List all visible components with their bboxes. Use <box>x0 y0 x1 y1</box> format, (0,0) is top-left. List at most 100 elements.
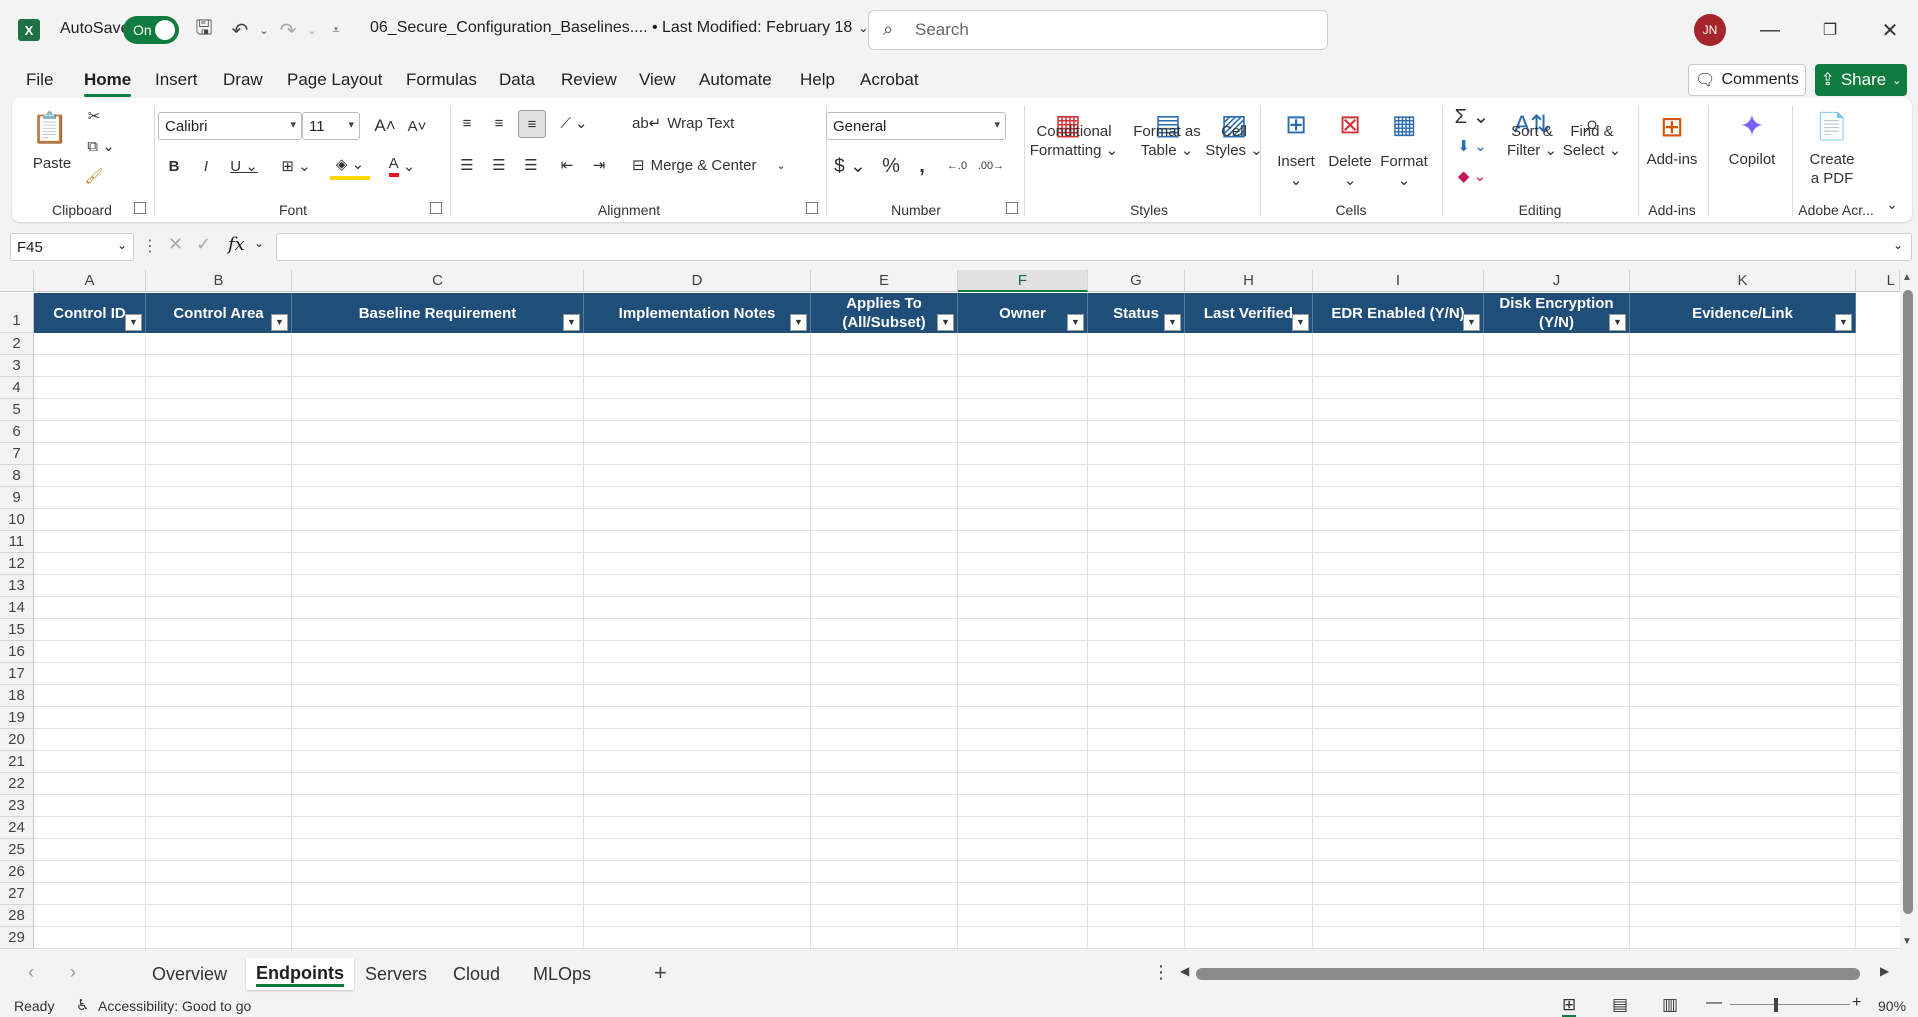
create-pdf-button[interactable]: Create a PDF <box>1802 150 1862 188</box>
add-ins-icon[interactable]: ⊞ <box>1652 106 1692 146</box>
row-header[interactable]: 19 <box>0 707 34 729</box>
confirm-entry-icon[interactable]: ✓ <box>196 234 211 255</box>
row-header[interactable]: 11 <box>0 531 34 553</box>
filter-dropdown-icon[interactable]: ▼ <box>563 314 580 331</box>
row-header[interactable]: 4 <box>0 377 34 399</box>
header-edr-enabled[interactable]: EDR Enabled (Y/N) ▼ <box>1313 293 1484 333</box>
header-baseline-requirement[interactable]: Baseline Requirement ▼ <box>292 293 584 333</box>
find-select-button[interactable]: Find & Select ⌄ <box>1560 122 1624 160</box>
filter-dropdown-icon[interactable]: ▼ <box>1067 314 1084 331</box>
align-right-icon[interactable]: ☰ <box>518 152 544 178</box>
row-header[interactable]: 25 <box>0 839 34 861</box>
font-launcher-icon[interactable] <box>430 202 442 214</box>
delete-cells-icon[interactable]: ⊠ <box>1330 106 1370 142</box>
copilot-icon[interactable]: ✦ <box>1732 106 1772 146</box>
row-header[interactable]: 12 <box>0 553 34 575</box>
row-header[interactable]: 16 <box>0 641 34 663</box>
underline-icon[interactable]: U ⌄ <box>226 152 262 180</box>
decrease-indent-icon[interactable]: ⇤ <box>554 152 580 178</box>
row-header[interactable]: 14 <box>0 597 34 619</box>
format-painter-icon[interactable]: 🖌 <box>82 164 106 188</box>
row-header[interactable]: 24 <box>0 817 34 839</box>
increase-font-icon[interactable]: A˄ <box>372 112 398 140</box>
scroll-left-icon[interactable]: ◀ <box>1180 964 1189 978</box>
horizontal-scroll-thumb[interactable] <box>1196 968 1860 980</box>
row-header[interactable]: 1 <box>0 293 34 333</box>
currency-icon[interactable]: $ ⌄ <box>830 152 870 180</box>
row-header[interactable]: 29 <box>0 927 34 949</box>
comments-button[interactable]: 🗨 Comments <box>1688 64 1806 96</box>
row-header[interactable]: 13 <box>0 575 34 597</box>
scroll-tabs-right-icon[interactable]: › <box>70 962 76 983</box>
name-box[interactable]: F45 ⌄ <box>10 233 134 261</box>
italic-icon[interactable]: I <box>194 152 218 180</box>
row-header[interactable]: 17 <box>0 663 34 685</box>
row-header[interactable]: 2 <box>0 333 34 355</box>
column-header-l[interactable]: L <box>1856 270 1900 292</box>
filter-dropdown-icon[interactable]: ▼ <box>1835 314 1852 331</box>
row-header[interactable]: 28 <box>0 905 34 927</box>
add-ins-button[interactable]: Add-ins <box>1640 150 1704 169</box>
paste-label[interactable]: Paste <box>30 154 74 173</box>
select-all-corner[interactable] <box>0 270 34 292</box>
align-left-icon[interactable]: ☰ <box>454 152 480 178</box>
scroll-right-icon[interactable]: ▶ <box>1880 964 1889 978</box>
copilot-button[interactable]: Copilot <box>1720 150 1784 169</box>
create-pdf-icon[interactable]: 📄 <box>1812 106 1852 146</box>
save-icon[interactable]: 🖫 <box>192 17 216 42</box>
font-color-icon[interactable]: A ⌄ <box>382 152 422 180</box>
header-status[interactable]: Status ▼ <box>1088 293 1185 333</box>
filter-dropdown-icon[interactable]: ▼ <box>1609 314 1626 331</box>
normal-view-icon[interactable]: ⊞ <box>1562 995 1577 1017</box>
clear-icon[interactable]: ◆ ⌄ <box>1452 164 1492 188</box>
header-evidence-link[interactable]: Evidence/Link ▼ <box>1630 293 1856 333</box>
sheet-tab-cloud[interactable]: Cloud <box>453 964 500 985</box>
header-applies-to[interactable]: Applies To (All/Subset) ▼ <box>811 293 958 333</box>
user-avatar[interactable]: JN <box>1694 14 1726 46</box>
undo-dropdown-icon[interactable]: ⌄ <box>252 18 276 42</box>
merge-center-button[interactable]: ⊟ Merge & Center ⌄ <box>632 152 804 178</box>
tab-insert[interactable]: Insert <box>155 70 198 90</box>
customize-toolbar-icon[interactable]: ⩡ <box>324 18 348 42</box>
insert-cells-button[interactable]: Insert ⌄ <box>1266 152 1326 190</box>
format-as-table-button[interactable]: Format as Table ⌄ <box>1124 122 1210 160</box>
sheet-tab-servers[interactable]: Servers <box>365 964 427 985</box>
orientation-icon[interactable]: ⟋ ⌄ <box>554 110 594 136</box>
fill-icon[interactable]: ⬇ ⌄ <box>1452 134 1492 158</box>
row-header[interactable]: 15 <box>0 619 34 641</box>
row-header[interactable]: 6 <box>0 421 34 443</box>
header-last-verified[interactable]: Last Verified ▼ <box>1185 293 1313 333</box>
accessibility-status[interactable]: Accessibility: Good to go <box>98 998 251 1014</box>
zoom-slider-track[interactable] <box>1730 1004 1850 1005</box>
tab-automate[interactable]: Automate <box>699 70 772 90</box>
column-header-a[interactable]: A <box>34 270 146 292</box>
tab-acrobat[interactable]: Acrobat <box>860 70 919 90</box>
tab-file[interactable]: File <box>26 70 53 90</box>
filter-dropdown-icon[interactable]: ▼ <box>790 314 807 331</box>
chevron-down-icon[interactable]: ⌄ <box>254 236 264 250</box>
vertical-scroll-thumb[interactable] <box>1903 290 1913 914</box>
wrap-text-button[interactable]: ab↵ Wrap Text <box>632 110 762 136</box>
zoom-slider-thumb[interactable] <box>1774 998 1778 1012</box>
restore-icon[interactable]: ❐ <box>1810 14 1850 46</box>
expand-formula-icon[interactable]: ⌄ <box>1893 238 1903 252</box>
zoom-level[interactable]: 90% <box>1878 998 1906 1014</box>
filter-dropdown-icon[interactable]: ▼ <box>937 314 954 331</box>
page-break-view-icon[interactable]: ▥ <box>1662 995 1678 1015</box>
format-cells-icon[interactable]: ▦ <box>1384 106 1424 142</box>
filter-dropdown-icon[interactable]: ▼ <box>271 314 288 331</box>
percent-icon[interactable]: % <box>878 152 904 180</box>
alignment-launcher-icon[interactable] <box>806 202 818 214</box>
column-header-b[interactable]: B <box>146 270 292 292</box>
redo-dropdown-icon[interactable]: ⌄ <box>300 18 324 42</box>
bold-icon[interactable]: B <box>162 152 186 180</box>
align-bottom-icon[interactable]: ≡ <box>518 110 546 138</box>
sort-filter-button[interactable]: Sort & Filter ⌄ <box>1502 122 1562 160</box>
worksheet-grid[interactable]: A B C D E F G H I J K L Control ID ▼ Cont… <box>0 270 1900 950</box>
column-header-j[interactable]: J <box>1484 270 1630 292</box>
row-header[interactable]: 10 <box>0 509 34 531</box>
row-header[interactable]: 9 <box>0 487 34 509</box>
tab-formulas[interactable]: Formulas <box>406 70 477 90</box>
zoom-out-icon[interactable]: — <box>1706 994 1722 1012</box>
filter-dropdown-icon[interactable]: ▼ <box>1463 314 1480 331</box>
